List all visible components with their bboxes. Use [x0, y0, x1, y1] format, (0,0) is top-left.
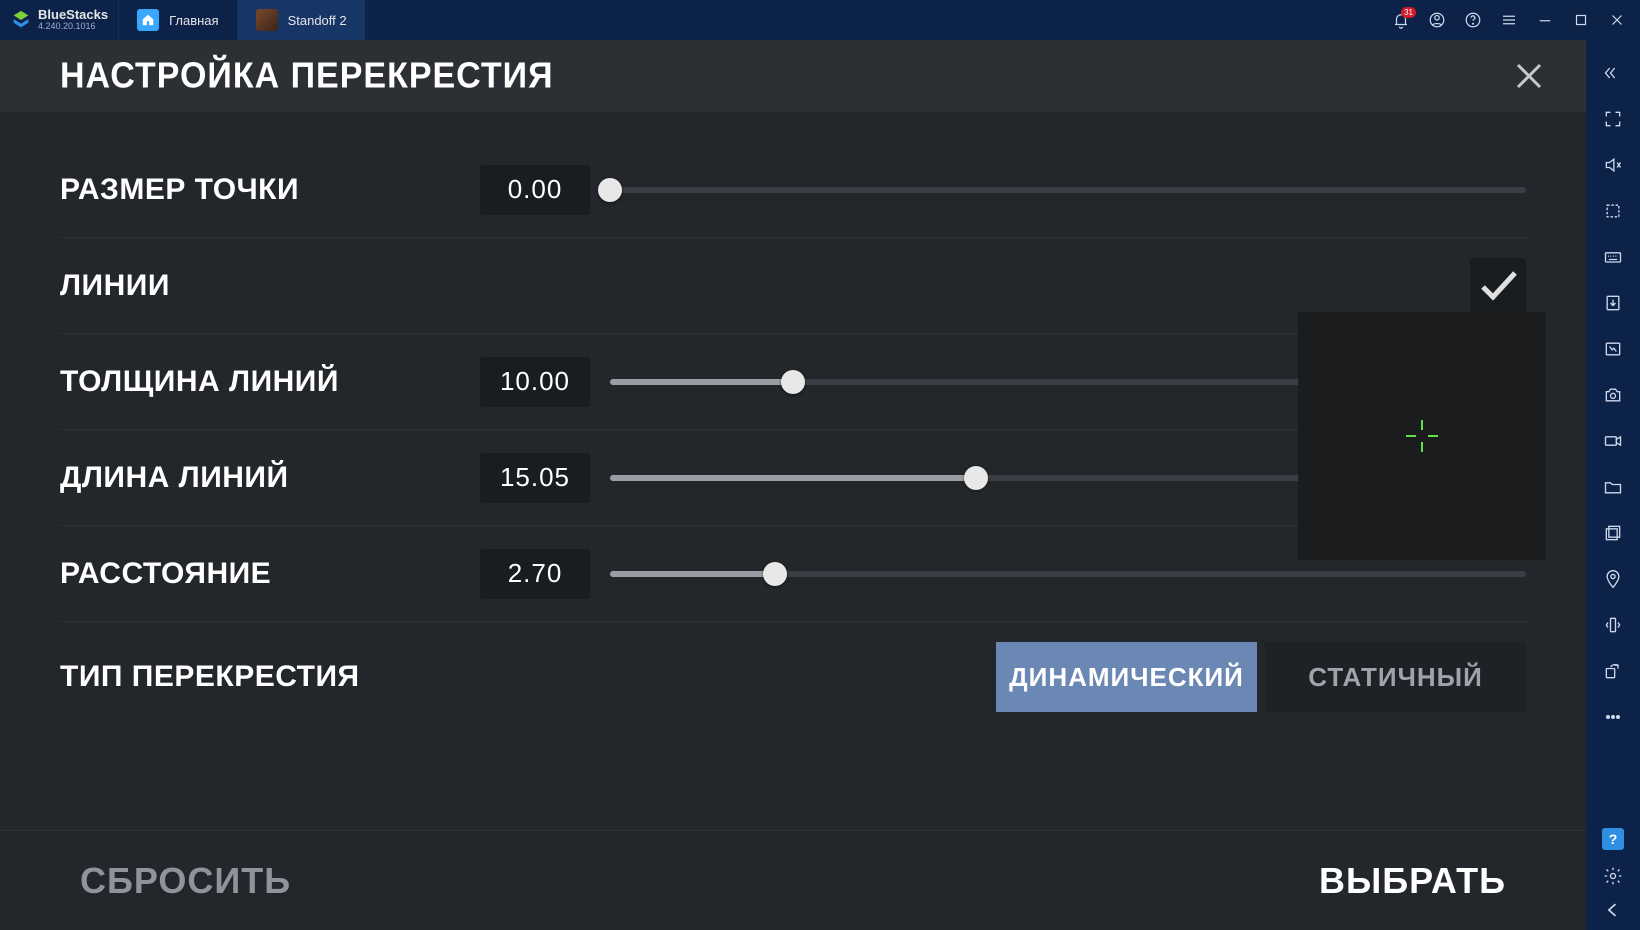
tab-home-label: Главная: [169, 13, 218, 28]
thickness-value: 10.00: [480, 357, 590, 407]
app-brand: BlueStacks 4.240.20.1016: [0, 0, 118, 40]
rail-back-icon[interactable]: [1603, 900, 1623, 920]
rail-volume-mute-icon[interactable]: [1596, 147, 1630, 183]
rail-folder-icon[interactable]: [1596, 469, 1630, 505]
panel-footer: СБРОСИТЬ ВЫБРАТЬ: [0, 830, 1586, 930]
bluestacks-logo-icon: [10, 9, 32, 31]
rail-settings-icon[interactable]: [1603, 866, 1623, 886]
rail-location-icon[interactable]: [1596, 561, 1630, 597]
rail-record-icon[interactable]: [1596, 423, 1630, 459]
type-static-button[interactable]: СТАТИЧНЫЙ: [1265, 642, 1526, 712]
rail-more-icon[interactable]: [1596, 699, 1630, 735]
type-toggle-group: ДИНАМИЧЕСКИЙ СТАТИЧНЫЙ: [996, 642, 1526, 712]
thickness-label: ТОЛЩИНА ЛИНИЙ: [60, 365, 480, 399]
app-name: BlueStacks: [38, 9, 108, 21]
panel-header: НАСТРОЙКА ПЕРЕКРЕСТИЯ: [0, 40, 1586, 112]
tab-home[interactable]: Главная: [118, 0, 236, 40]
tab-game-label: Standoff 2: [288, 13, 347, 28]
account-icon[interactable]: [1428, 11, 1446, 29]
select-button[interactable]: ВЫБРАТЬ: [1319, 860, 1506, 902]
notifications-icon[interactable]: 31: [1392, 11, 1410, 29]
home-icon: [137, 9, 159, 31]
rail-shake-icon[interactable]: [1596, 607, 1630, 643]
rail-fullscreen-icon[interactable]: [1596, 101, 1630, 137]
settings-body: РАЗМЕР ТОЧКИ 0.00 ЛИНИИ ТОЛЩИНА ЛИНИЙ 10…: [0, 112, 1586, 830]
gap-slider[interactable]: [610, 562, 1526, 586]
rail-screenshot-icon[interactable]: [1596, 331, 1630, 367]
row-dot-size: РАЗМЕР ТОЧКИ 0.00: [60, 142, 1526, 238]
rail-selection-icon[interactable]: [1596, 193, 1630, 229]
settings-panel: НАСТРОЙКА ПЕРЕКРЕСТИЯ РАЗМЕР ТОЧКИ 0.00 …: [0, 40, 1586, 930]
hamburger-menu-icon[interactable]: [1500, 11, 1518, 29]
reset-button[interactable]: СБРОСИТЬ: [80, 860, 291, 902]
dot-size-slider[interactable]: [610, 178, 1526, 202]
titlebar: BlueStacks 4.240.20.1016 Главная Standof…: [0, 0, 1640, 40]
side-rail: ?: [1586, 40, 1640, 930]
gap-label: РАССТОЯНИЕ: [60, 557, 480, 591]
row-type: ТИП ПЕРЕКРЕСТИЯ ДИНАМИЧЕСКИЙ СТАТИЧНЫЙ: [60, 622, 1526, 732]
lines-label: ЛИНИИ: [60, 269, 480, 303]
window-maximize-icon[interactable]: [1572, 11, 1590, 29]
window-close-icon[interactable]: [1608, 11, 1626, 29]
lines-checkbox[interactable]: [1470, 258, 1526, 314]
gap-value: 2.70: [480, 549, 590, 599]
dot-size-label: РАЗМЕР ТОЧКИ: [60, 173, 480, 207]
rail-camera-icon[interactable]: [1596, 377, 1630, 413]
rail-help-button[interactable]: ?: [1602, 828, 1624, 850]
rail-collapse-icon[interactable]: [1596, 55, 1630, 91]
type-dynamic-button[interactable]: ДИНАМИЧЕСКИЙ: [996, 642, 1257, 712]
panel-title: НАСТРОЙКА ПЕРЕКРЕСТИЯ: [60, 56, 554, 97]
type-label: ТИП ПЕРЕКРЕСТИЯ: [60, 660, 480, 694]
help-icon[interactable]: [1464, 11, 1482, 29]
game-app-icon: [256, 9, 278, 31]
crosshair-preview: [1298, 312, 1546, 560]
length-value: 15.05: [480, 453, 590, 503]
app-version: 4.240.20.1016: [38, 21, 108, 31]
panel-close-button[interactable]: [1512, 59, 1546, 93]
rail-rotate-icon[interactable]: [1596, 653, 1630, 689]
tab-game[interactable]: Standoff 2: [237, 0, 365, 40]
window-minimize-icon[interactable]: [1536, 11, 1554, 29]
rail-install-apk-icon[interactable]: [1596, 285, 1630, 321]
dot-size-value: 0.00: [480, 165, 590, 215]
rail-multi-instance-icon[interactable]: [1596, 515, 1630, 551]
length-label: ДЛИНА ЛИНИЙ: [60, 461, 480, 495]
titlebar-controls: 31: [1378, 11, 1640, 29]
notification-badge: 31: [1401, 7, 1416, 18]
rail-keyboard-icon[interactable]: [1596, 239, 1630, 275]
